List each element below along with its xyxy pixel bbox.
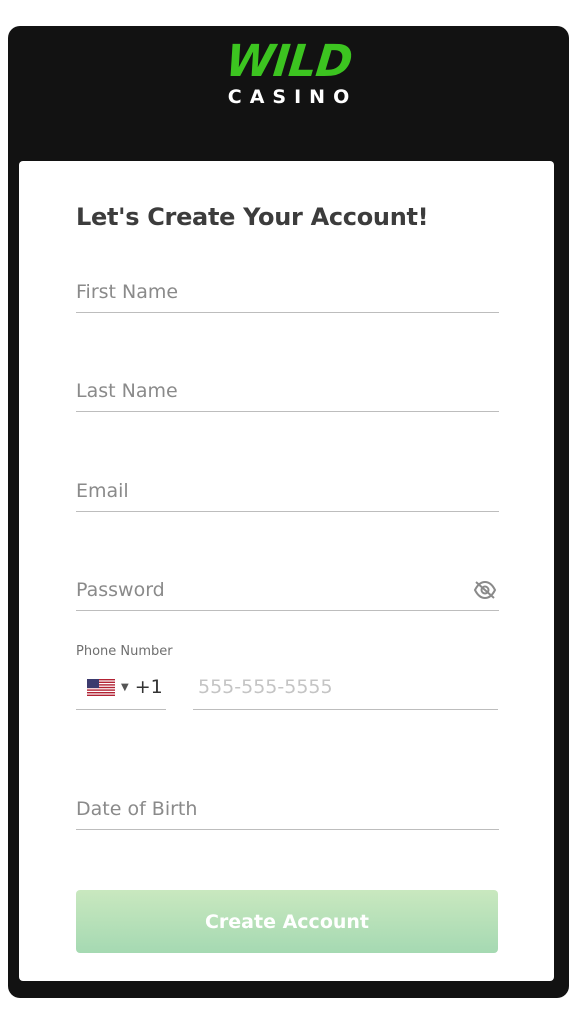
last-name-field: [76, 371, 499, 412]
phone-number-input[interactable]: [193, 665, 503, 709]
country-code-select[interactable]: ▼ +1: [76, 665, 166, 710]
phone-number-field: [193, 665, 503, 710]
eye-off-icon[interactable]: [473, 580, 497, 600]
wild-casino-logo: WILD CASINO: [8, 36, 569, 108]
password-field: [76, 570, 499, 611]
signup-card: Let's Create Your Account! Phone Number: [19, 161, 554, 981]
first-name-field: [76, 272, 499, 313]
last-name-input[interactable]: [76, 371, 499, 411]
email-input[interactable]: [76, 471, 499, 511]
dial-code: +1: [134, 676, 163, 698]
us-flag-icon: [87, 678, 115, 696]
create-account-button[interactable]: Create Account: [76, 890, 498, 953]
chevron-down-icon: ▼: [121, 681, 129, 693]
date-of-birth-field: [76, 789, 499, 830]
email-field: [76, 471, 499, 512]
page-title: Let's Create Your Account!: [76, 203, 429, 231]
first-name-input[interactable]: [76, 272, 499, 312]
date-of-birth-input[interactable]: [76, 789, 499, 829]
phone-number-label: Phone Number: [76, 644, 173, 659]
password-input[interactable]: [76, 570, 499, 610]
logo-subtitle: CASINO: [227, 86, 358, 108]
app-frame: WILD CASINO Let's Create Your Account! P…: [8, 26, 569, 998]
logo-wordmark: WILD: [223, 36, 354, 87]
